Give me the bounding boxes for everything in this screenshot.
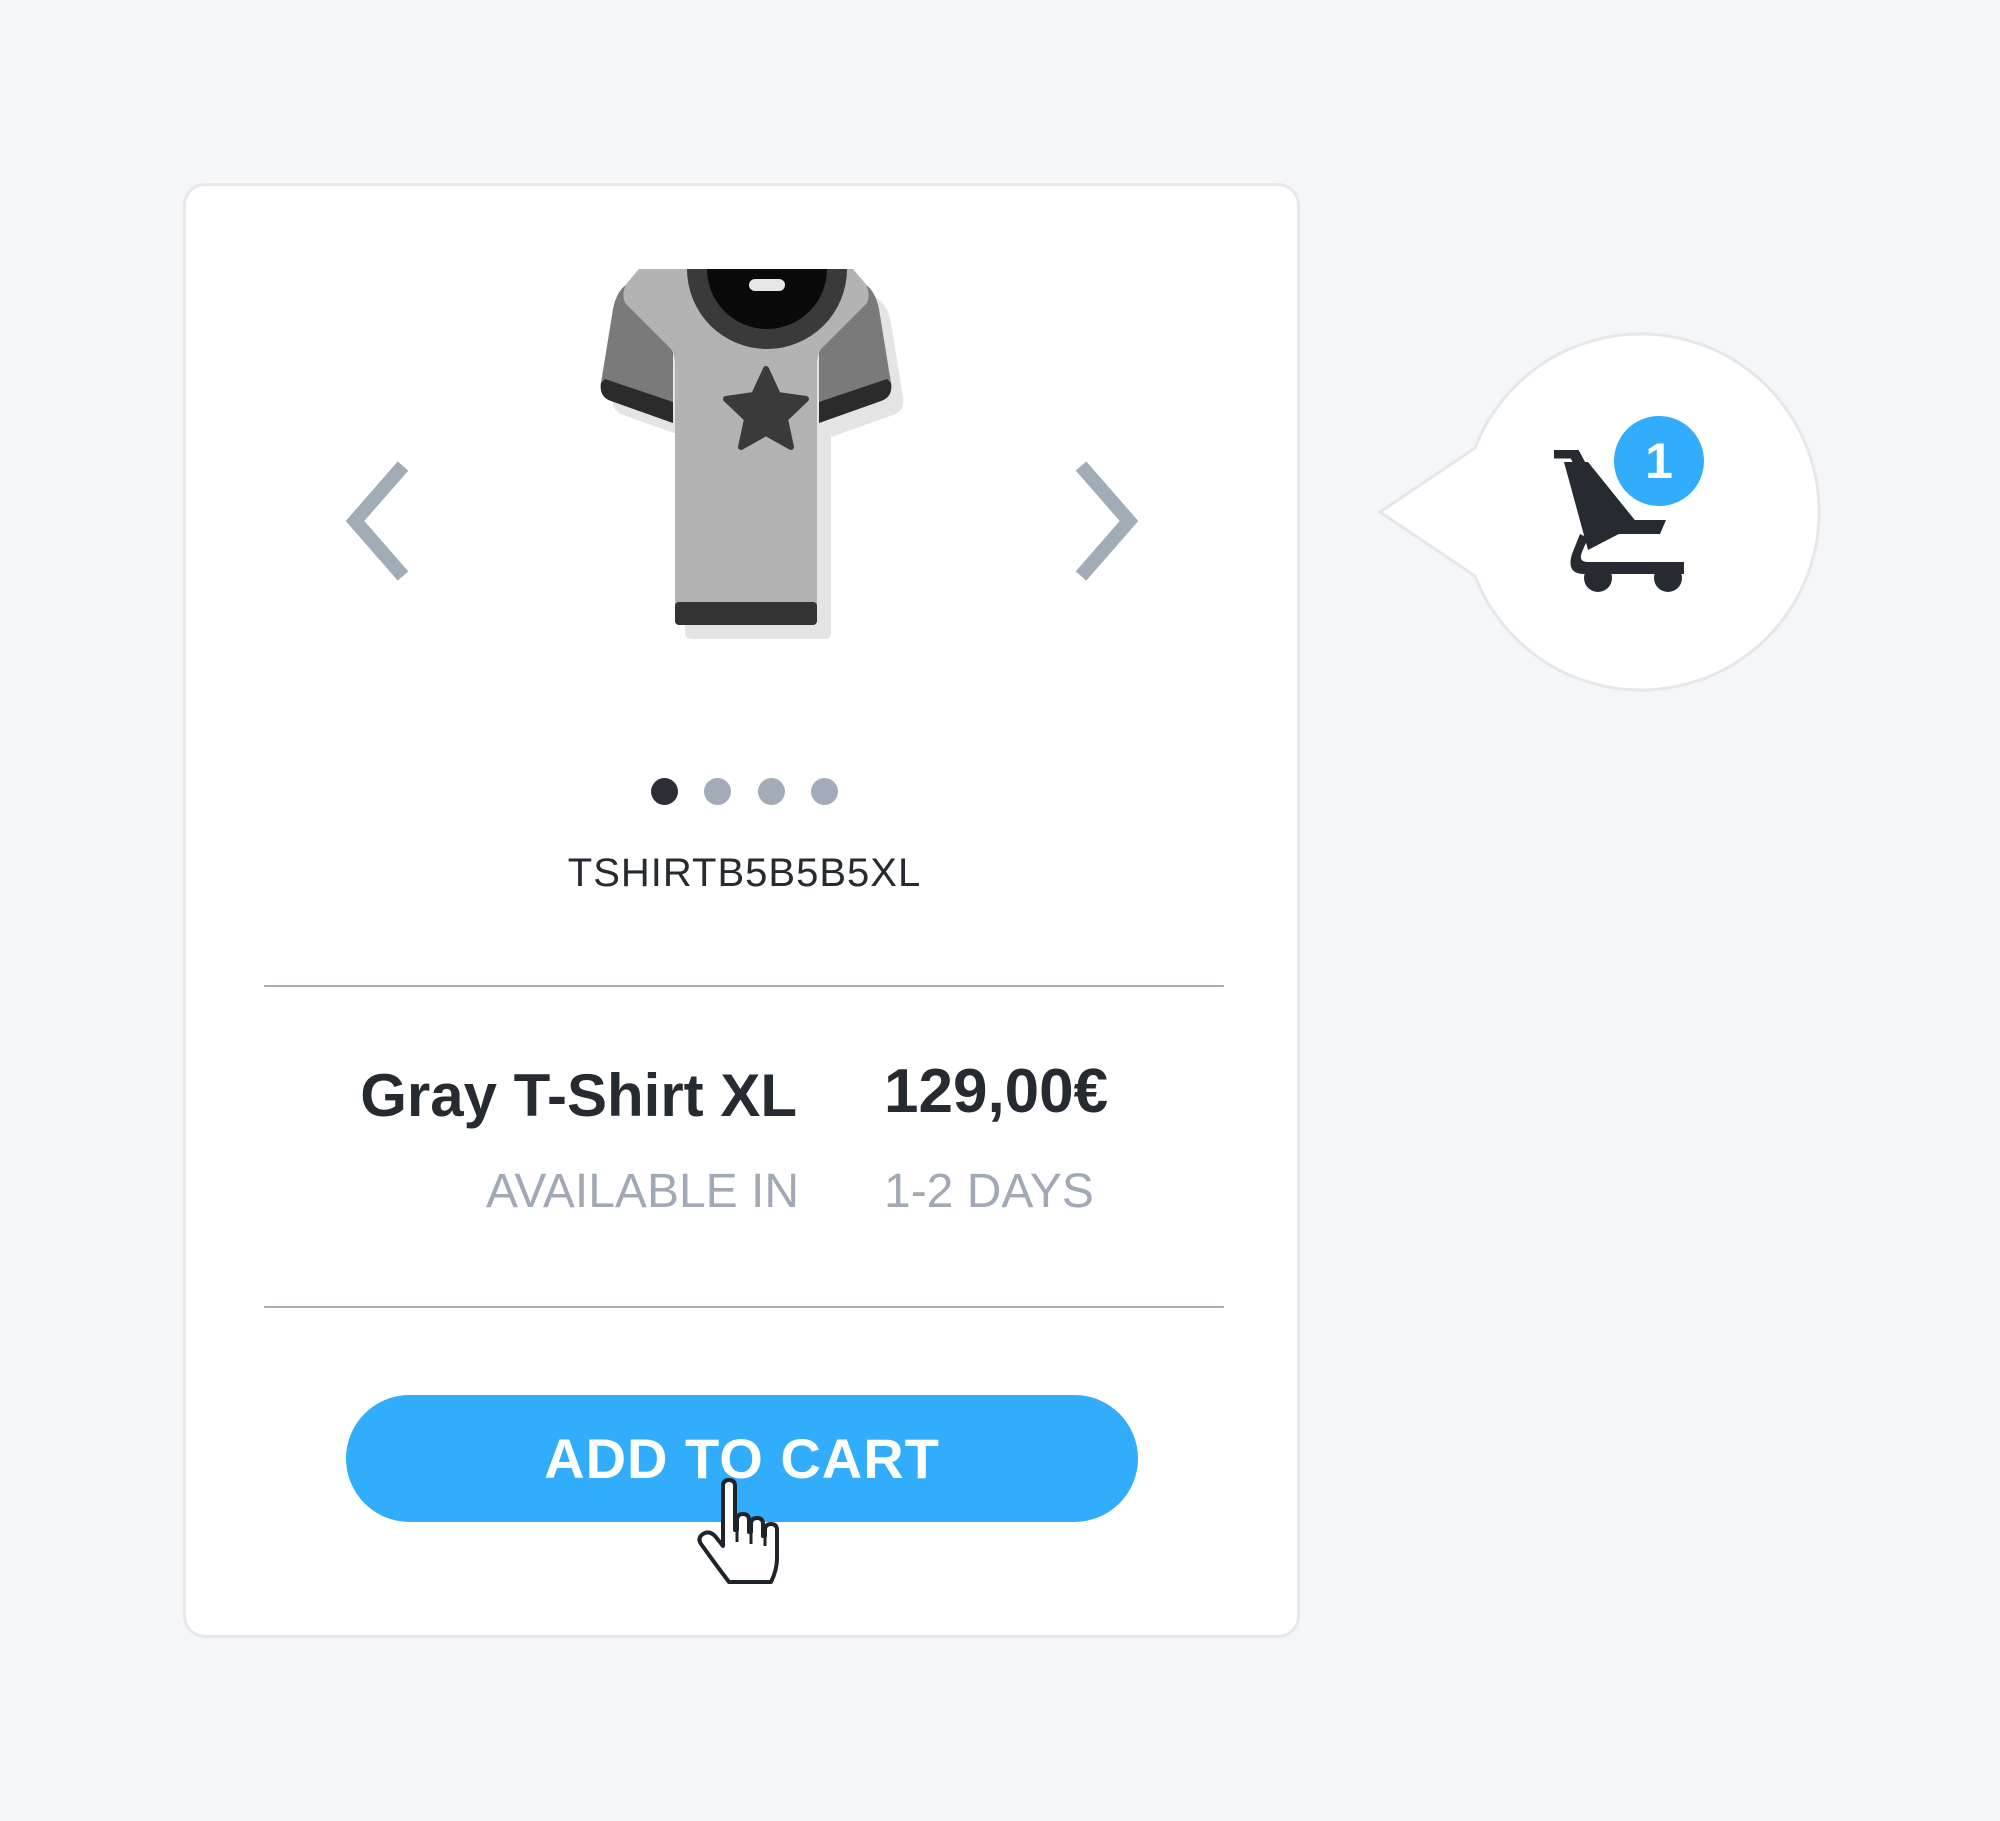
product-price: 129,00€ bbox=[884, 1057, 1109, 1126]
availability-value: 1-2 DAYS bbox=[884, 1165, 1094, 1218]
product-name: Gray T-Shirt XL bbox=[360, 1062, 797, 1129]
divider bbox=[264, 1306, 1224, 1308]
carousel-dot-2[interactable] bbox=[704, 778, 731, 805]
cart-count-badge: 1 bbox=[1608, 410, 1710, 512]
divider bbox=[264, 985, 1224, 987]
carousel-dot-4[interactable] bbox=[811, 778, 838, 805]
chevron-right-icon bbox=[1075, 461, 1139, 581]
carousel-dots bbox=[186, 778, 1303, 808]
t-shirt-icon bbox=[600, 269, 904, 639]
product-sku: TSHIRTB5B5B5XL bbox=[567, 851, 922, 895]
availability-label: AVAILABLE IN bbox=[485, 1165, 799, 1218]
carousel-dot-3[interactable] bbox=[758, 778, 785, 805]
hand-pointer-cursor-icon bbox=[695, 1478, 785, 1588]
carousel-next-button[interactable] bbox=[1053, 456, 1143, 586]
product-card: TSHIRTB5B5B5XL Gray T-Shirt XL 129,00€ A… bbox=[183, 183, 1300, 1638]
chevron-left-icon bbox=[345, 461, 409, 581]
carousel-dot-1[interactable] bbox=[651, 778, 678, 805]
carousel-prev-button[interactable] bbox=[341, 456, 431, 586]
product-image bbox=[521, 269, 971, 739]
